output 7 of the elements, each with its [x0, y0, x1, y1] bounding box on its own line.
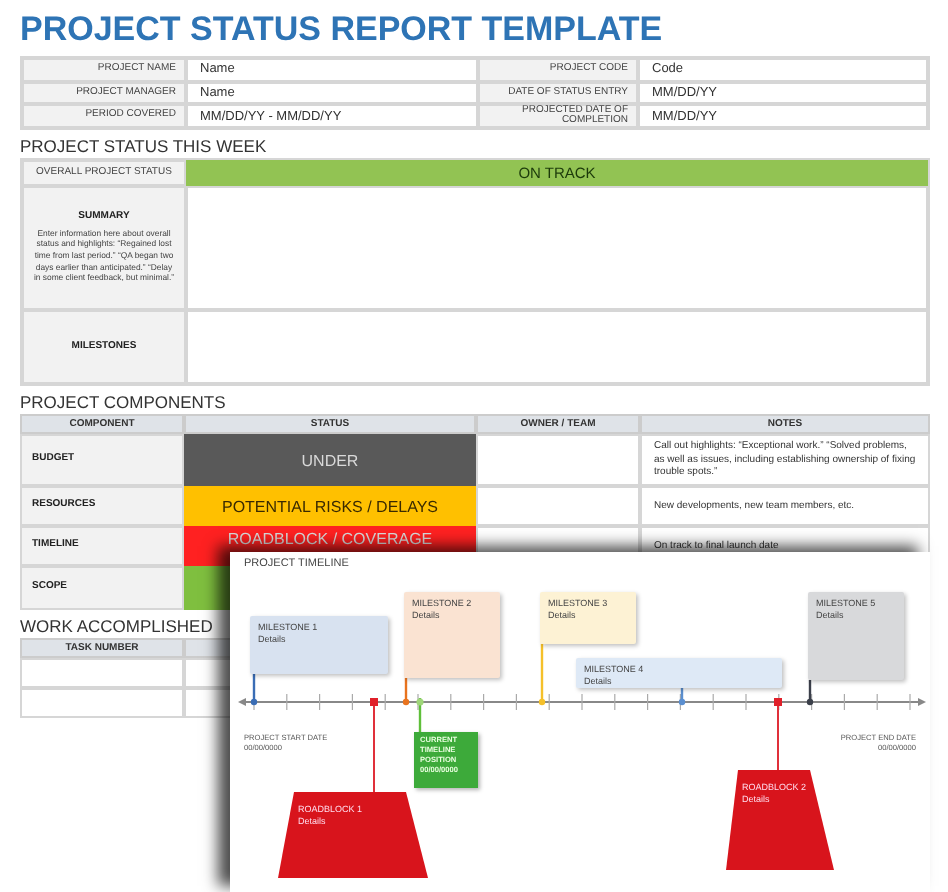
status-cell: POTENTIAL RISKS / DELAYS [184, 486, 476, 527]
current-position-stem [416, 698, 424, 734]
status-cell: UNDER [184, 434, 476, 487]
section-heading: WORK ACCOMPLISHED [20, 614, 213, 639]
report-title: PROJECT STATUS REPORT TEMPLATE [20, 8, 665, 52]
section-heading: PROJECT STATUS THIS WEEK [20, 134, 269, 159]
section-heading: PROJECT COMPONENTS [20, 390, 228, 415]
